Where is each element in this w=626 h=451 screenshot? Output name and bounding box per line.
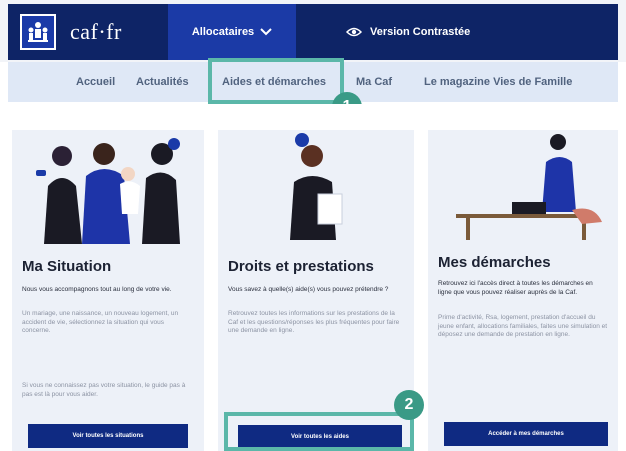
voir-situations-button[interactable]: Voir toutes les situations	[28, 424, 188, 448]
card-mes-demarches: Mes démarches Retrouvez ici l'accès dire…	[428, 130, 618, 451]
highlight-box-2	[224, 412, 414, 451]
main-content: Ma Situation Nous vous accompagnons tout…	[8, 104, 618, 451]
family-logo-icon	[28, 22, 48, 42]
header: caf·fr Allocataires Version Contrastée	[8, 4, 618, 60]
annotation-badge-2: 2	[394, 390, 424, 420]
subnav-item-actualites[interactable]: Actualités	[136, 62, 189, 102]
subnav-item-magazine[interactable]: Le magazine Vies de Famille	[424, 62, 572, 102]
nav-version-contrastee[interactable]: Version Contrastée	[346, 4, 470, 60]
nav-allocataires[interactable]: Allocataires	[168, 4, 296, 60]
card-title-mes-demarches: Mes démarches	[438, 254, 551, 271]
card-ma-situation: Ma Situation Nous vous accompagnons tout…	[12, 130, 204, 451]
card-body-droits-prestations: Retrouvez toutes les informations sur le…	[228, 310, 400, 334]
top-bar: caf·fr Allocataires Version Contrastée	[0, 0, 626, 62]
card-title-droits-prestations: Droits et prestations	[228, 258, 374, 275]
card-droits-prestations: Droits et prestations Vous savez à quell…	[218, 130, 414, 451]
highlight-box-1	[208, 58, 344, 104]
acceder-demarches-button[interactable]: Accéder à mes démarches	[444, 422, 608, 446]
family-illustration-icon	[36, 138, 180, 244]
person-laptop-illustration-icon	[456, 134, 602, 240]
nav-version-label: Version Contrastée	[370, 26, 471, 38]
card-body-mes-demarches: Prime d'activité, Rsa, logement, prestat…	[438, 314, 608, 338]
caf-logo[interactable]	[20, 14, 56, 50]
card-title-ma-situation: Ma Situation	[22, 258, 112, 275]
eye-icon	[346, 27, 362, 37]
card-note-ma-situation: Si vous ne connaissez pas votre situatio…	[22, 382, 186, 398]
card-lead-mes-demarches: Retrouvez ici l'accès direct à toutes le…	[438, 280, 593, 296]
card-lead-droits-prestations: Vous savez à quelle(s) aide(s) vous pouv…	[228, 286, 389, 293]
card-body-ma-situation: Un mariage, une naissance, un nouveau lo…	[22, 310, 179, 334]
card-lead-ma-situation: Nous vous accompagnons tout au long de v…	[22, 286, 172, 293]
chevron-down-icon	[260, 28, 272, 36]
logo-text[interactable]: caf·fr	[70, 19, 122, 45]
subnav-item-accueil[interactable]: Accueil	[76, 62, 115, 102]
woman-document-illustration-icon	[290, 133, 343, 240]
subnav-item-ma-caf[interactable]: Ma Caf	[356, 62, 392, 102]
nav-allocataires-label: Allocataires	[191, 26, 255, 38]
